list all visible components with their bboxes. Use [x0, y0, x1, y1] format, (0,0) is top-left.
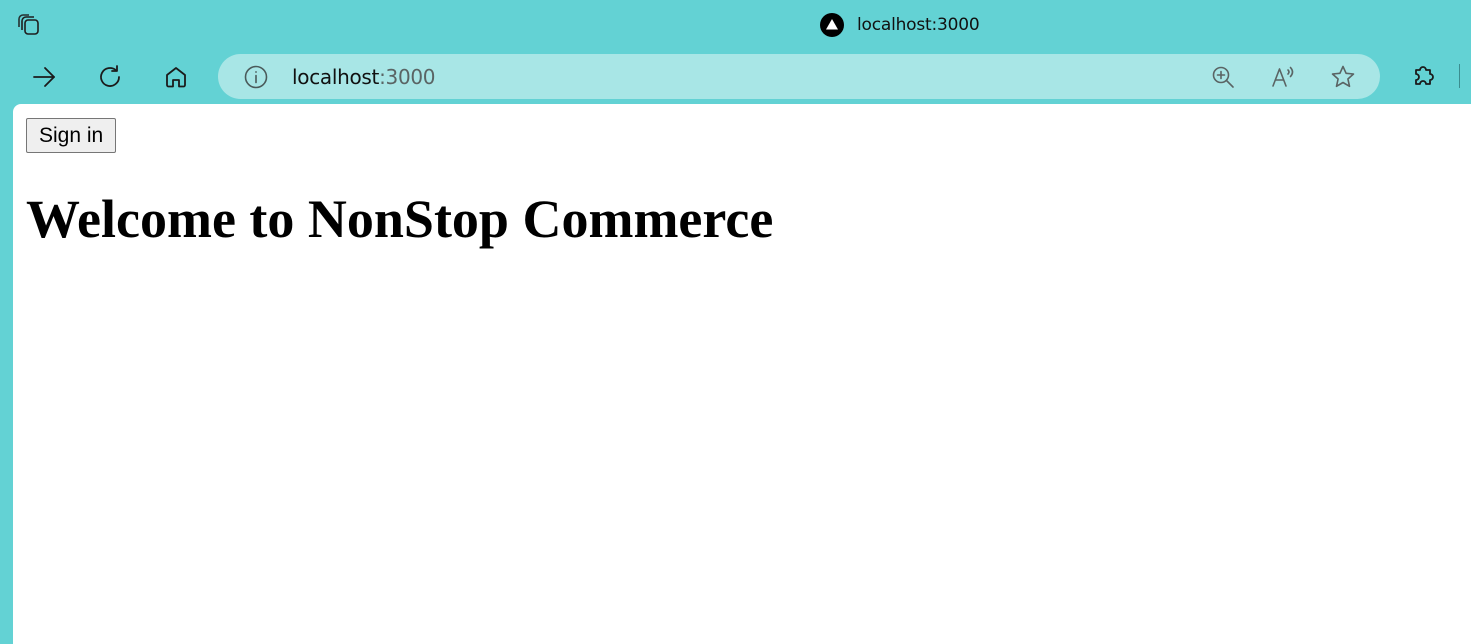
tab-actions-icon[interactable]	[16, 12, 42, 38]
browser-window: localhost:3000 localhost:3000 Sign in We…	[0, 0, 1471, 644]
read-aloud-icon[interactable]	[1270, 64, 1296, 90]
tab[interactable]: localhost:3000	[820, 12, 980, 38]
url-host: localhost	[292, 65, 380, 89]
sign-in-button[interactable]: Sign in	[26, 118, 117, 153]
address-bar[interactable]: localhost:3000	[218, 54, 1380, 99]
url-port: :3000	[379, 65, 436, 89]
page-heading: Welcome to NonStop Commerce	[26, 189, 774, 249]
toolbar: localhost:3000	[0, 50, 1471, 104]
home-icon	[166, 67, 186, 88]
tab-title: localhost:3000	[857, 15, 980, 35]
zoom-in-icon[interactable]	[1210, 64, 1236, 90]
nextjs-favicon-icon	[820, 13, 844, 37]
info-icon[interactable]	[244, 65, 268, 89]
home-button[interactable]	[158, 60, 194, 94]
forward-button[interactable]	[26, 60, 62, 94]
page-content: Sign in Welcome to NonStop Commerce	[13, 104, 1471, 644]
refresh-button[interactable]	[92, 60, 128, 94]
toolbar-divider	[1459, 64, 1460, 88]
refresh-icon	[100, 65, 120, 87]
arrow-right-icon	[33, 67, 55, 87]
extensions-puzzle-icon[interactable]	[1410, 62, 1438, 90]
favorite-star-icon[interactable]	[1330, 64, 1356, 90]
title-bar: localhost:3000	[0, 0, 1471, 50]
url-text[interactable]: localhost:3000	[292, 65, 436, 89]
